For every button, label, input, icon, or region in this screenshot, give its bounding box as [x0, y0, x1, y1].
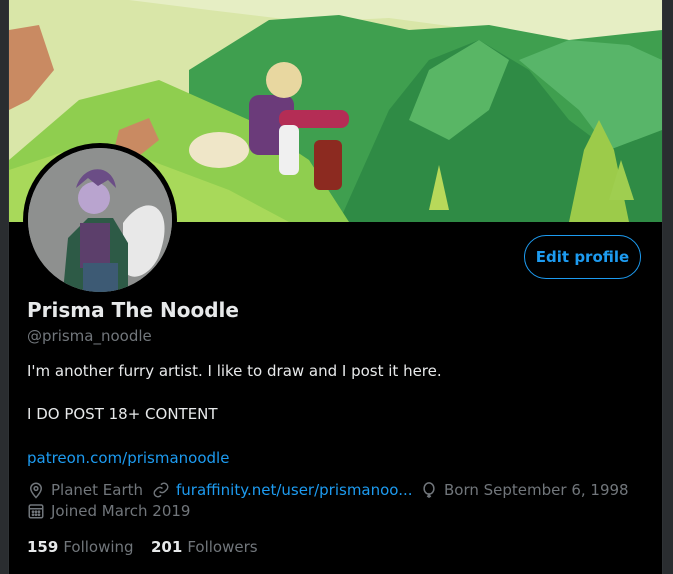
avatar-image [28, 148, 172, 292]
profile-bio-line1: I'm another furry artist. I like to draw… [27, 362, 442, 380]
calendar-icon [28, 504, 44, 519]
profile-panel: Edit profile Prisma The Noodle @prisma_n… [8, 0, 663, 574]
profile-name: Prisma The Noodle [27, 298, 239, 322]
followers-stat[interactable]: 201 Followers [151, 538, 258, 556]
following-label: Following [63, 538, 134, 556]
link-icon [153, 482, 169, 498]
followers-label: Followers [187, 538, 258, 556]
website-link[interactable]: furaffinity.net/user/prismanoo... [176, 481, 413, 499]
following-count: 159 [27, 538, 59, 556]
profile-handle: @prisma_noodle [27, 327, 152, 345]
profile-bio-line2: I DO POST 18+ CONTENT [27, 405, 218, 423]
followers-count: 201 [151, 538, 183, 556]
location-text: Planet Earth [51, 481, 144, 499]
joined-text: Joined March 2019 [51, 502, 191, 520]
birthday-item: Born September 6, 1998 [420, 481, 629, 499]
bio-link[interactable]: patreon.com/prismanoodle [27, 449, 229, 467]
avatar[interactable] [23, 143, 177, 297]
balloon-icon [423, 482, 435, 498]
joined-item: Joined March 2019 [27, 502, 190, 520]
website-item[interactable]: furaffinity.net/user/prismanoo... [152, 481, 413, 499]
following-stat[interactable]: 159 Following [27, 538, 134, 556]
birthday-text: Born September 6, 1998 [444, 481, 629, 499]
edit-profile-button[interactable]: Edit profile [524, 235, 641, 279]
location-item: Planet Earth [27, 481, 143, 499]
location-icon [29, 482, 43, 499]
